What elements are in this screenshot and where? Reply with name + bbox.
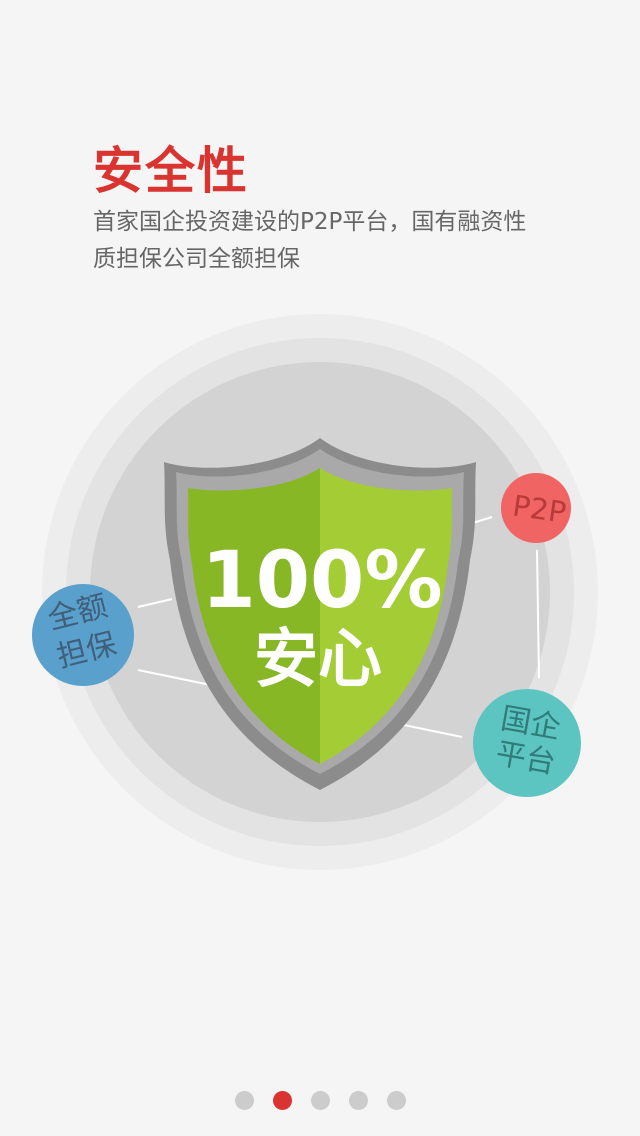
- page-dot-2-active[interactable]: [272, 1091, 292, 1110]
- description-line-1: 首家国企投资建设的P2P平台，国有融资性: [93, 209, 527, 235]
- p2p-badge: P2P: [501, 473, 571, 543]
- state-platform-badge: 国企 平台: [473, 689, 581, 797]
- page-dot-5[interactable]: [386, 1091, 406, 1110]
- shield-percent: 100%: [202, 536, 443, 626]
- page-description: 首家国企投资建设的P2P平台，国有融资性 质担保公司全额担保: [93, 204, 563, 278]
- description-line-2: 质担保公司全额担保: [93, 246, 300, 272]
- page-dot-1[interactable]: [234, 1091, 254, 1110]
- page-title: 安全性: [93, 142, 249, 200]
- shield-caption: 安心: [254, 623, 382, 697]
- page-dot-4[interactable]: [348, 1091, 368, 1110]
- page-indicator: [0, 1091, 640, 1111]
- security-illustration: 100% 安心 全额 担保 P2P 国企 平台: [32, 314, 598, 870]
- page-dot-3[interactable]: [310, 1091, 330, 1110]
- guarantee-badge: 全额 担保: [32, 584, 134, 686]
